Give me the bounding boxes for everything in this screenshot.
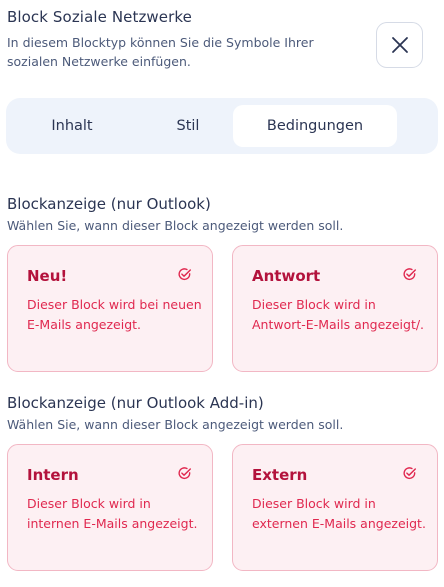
card-description: Dieser Block wird in internen E-Mails an…	[27, 496, 198, 531]
close-icon	[391, 37, 408, 53]
panel-title: Block Soziale Netzwerke	[7, 8, 192, 26]
condition-card-reply[interactable]: Antwort Dieser Block wird in Antwort-E-M…	[232, 245, 438, 372]
section-subtitle-outlook-addin: Wählen Sie, wann dieser Block angezeigt …	[7, 417, 344, 432]
section-subtitle-outlook: Wählen Sie, wann dieser Block angezeigt …	[7, 218, 344, 233]
condition-card-external[interactable]: Extern Dieser Block wird in externen E-M…	[232, 444, 438, 571]
check-circle-icon	[178, 268, 192, 281]
card-title: Extern	[252, 466, 308, 484]
tab-inhalt[interactable]: Inhalt	[8, 105, 136, 147]
block-header: Block Soziale Netzwerke In diesem Blockt…	[7, 8, 367, 71]
card-description: Dieser Block wird bei neuen E-Mails ange…	[27, 297, 202, 332]
condition-card-new[interactable]: Neu! Dieser Block wird bei neuen E-Mails…	[7, 245, 213, 372]
card-title: Neu!	[27, 267, 68, 285]
section-title-outlook: Blockanzeige (nur Outlook)	[7, 195, 211, 213]
section-title-outlook-addin: Blockanzeige (nur Outlook Add-in)	[7, 394, 264, 412]
tab-bedingungen[interactable]: Bedingungen	[233, 105, 397, 147]
card-description: Dieser Block wird in externen E-Mails an…	[252, 496, 426, 531]
card-title: Antwort	[252, 267, 321, 285]
panel-subtitle: In diesem Blocktyp können Sie die Symbol…	[7, 35, 314, 69]
check-circle-icon	[403, 268, 417, 281]
tab-bar: Inhalt Stil Bedingungen	[6, 98, 438, 154]
card-title: Intern	[27, 466, 79, 484]
close-button[interactable]	[376, 22, 423, 68]
condition-card-internal[interactable]: Intern Dieser Block wird in internen E-M…	[7, 444, 213, 571]
card-description: Dieser Block wird in Antwort-E-Mails ang…	[252, 297, 425, 332]
check-circle-icon	[178, 467, 192, 480]
check-circle-icon	[403, 467, 417, 480]
